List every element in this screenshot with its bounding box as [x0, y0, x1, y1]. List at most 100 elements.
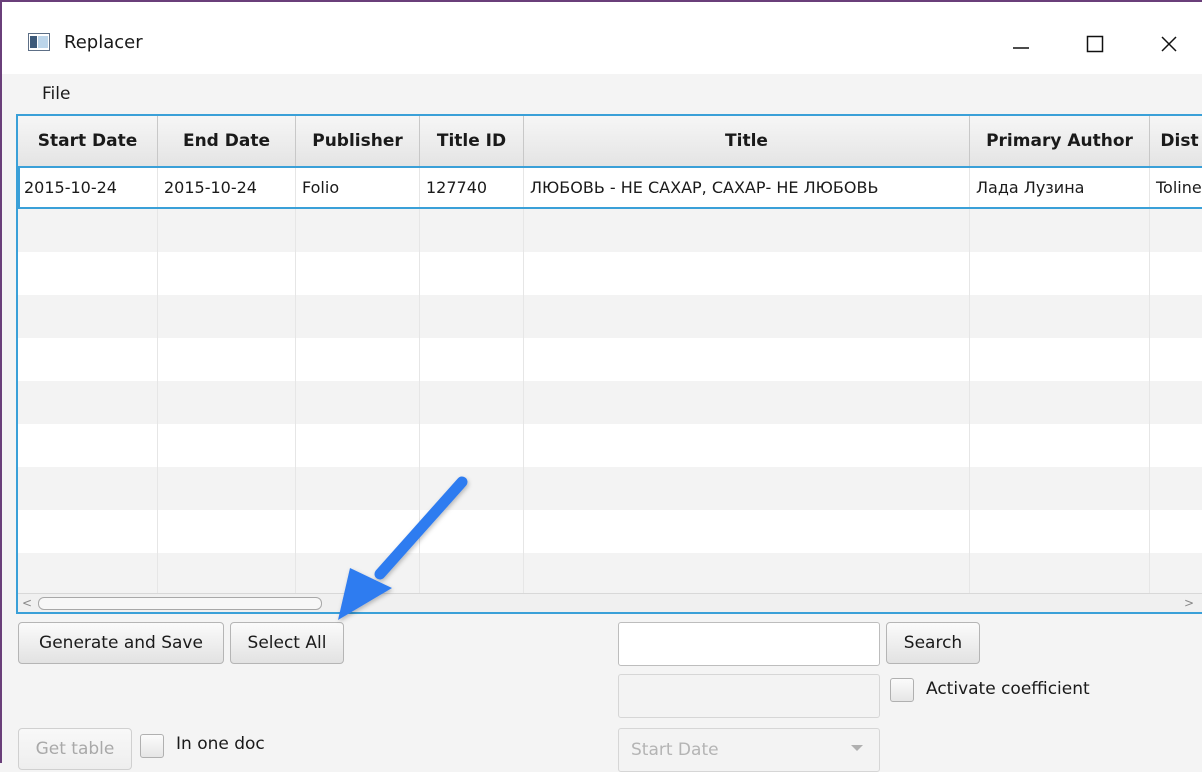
table-cell [970, 295, 1150, 338]
table-cell [158, 510, 296, 553]
start-date-combo[interactable]: Start Date [618, 728, 880, 772]
menu-file[interactable]: File [40, 84, 72, 104]
table-cell: ЛЮБОВЬ - НЕ САХАР, САХАР- НЕ ЛЮБОВЬ [524, 166, 970, 209]
table-row[interactable] [18, 338, 1202, 381]
table-cell: Лада Лузина [970, 166, 1150, 209]
horizontal-scrollbar[interactable]: < > [18, 593, 1202, 612]
table-cell [296, 209, 420, 252]
column-header[interactable]: Title [524, 116, 970, 166]
table-cell [158, 252, 296, 295]
table-cell [1150, 467, 1202, 510]
table-cell [18, 424, 158, 467]
scroll-right-icon[interactable]: > [1184, 596, 1194, 610]
table-cell [524, 295, 970, 338]
start-date-placeholder: Start Date [631, 740, 719, 760]
activate-coefficient-checkbox[interactable] [890, 678, 914, 702]
table-row[interactable] [18, 295, 1202, 338]
table-cell [296, 510, 420, 553]
table-cell [296, 295, 420, 338]
minimize-icon [1013, 47, 1029, 49]
table-row[interactable] [18, 424, 1202, 467]
table-cell [970, 424, 1150, 467]
column-header[interactable]: Primary Author [970, 116, 1150, 166]
table-cell [18, 209, 158, 252]
select-all-button[interactable]: Select All [230, 622, 344, 664]
maximize-button[interactable] [1072, 24, 1118, 64]
table-cell [296, 338, 420, 381]
minimize-button[interactable] [998, 24, 1044, 64]
table-cell [296, 467, 420, 510]
table-cell [296, 553, 420, 596]
table-cell [296, 252, 420, 295]
table-cell [970, 510, 1150, 553]
column-header[interactable]: Publisher [296, 116, 420, 166]
table-cell [158, 295, 296, 338]
table-row[interactable] [18, 252, 1202, 295]
table-cell: Toline [1150, 166, 1202, 209]
table-row[interactable] [18, 467, 1202, 510]
table-cell: 2015-10-24 [18, 166, 158, 209]
activate-coefficient-label: Activate coefficient [926, 679, 1090, 699]
in-one-doc-checkbox[interactable] [140, 734, 164, 758]
table-cell [1150, 338, 1202, 381]
close-button[interactable] [1146, 24, 1192, 64]
column-header[interactable]: Dist [1150, 116, 1202, 166]
column-header[interactable]: Start Date [18, 116, 158, 166]
table-cell [1150, 510, 1202, 553]
column-header[interactable]: Title ID [420, 116, 524, 166]
menu-bar: File [2, 74, 1202, 114]
table-body: 2015-10-24 2015-10-24 Folio 127740 ЛЮБОВЬ - … [18, 166, 1202, 612]
table-cell [524, 467, 970, 510]
scrollbar-thumb[interactable] [38, 597, 322, 610]
close-icon [1161, 36, 1177, 52]
search-input[interactable] [618, 622, 880, 666]
window-border-left [0, 0, 2, 763]
table-cell [420, 553, 524, 596]
table-cell [158, 338, 296, 381]
table-cell [18, 295, 158, 338]
search-button[interactable]: Search [886, 622, 980, 664]
table-cell [296, 424, 420, 467]
table-cell [524, 553, 970, 596]
table-cell [420, 510, 524, 553]
table-cell [524, 381, 970, 424]
table-row[interactable] [18, 553, 1202, 596]
table-cell [1150, 553, 1202, 596]
table-cell [1150, 424, 1202, 467]
table-cell [524, 252, 970, 295]
scroll-left-icon[interactable]: < [22, 596, 32, 610]
table-cell [420, 467, 524, 510]
table-cell [524, 510, 970, 553]
table-cell [970, 209, 1150, 252]
get-table-button[interactable]: Get table [18, 728, 132, 770]
table-cell [18, 338, 158, 381]
table-cell: 2015-10-24 [158, 166, 296, 209]
coefficient-input[interactable] [618, 674, 880, 718]
table-cell [420, 252, 524, 295]
table-cell [420, 209, 524, 252]
table-row[interactable]: 2015-10-24 2015-10-24 Folio 127740 ЛЮБОВЬ - … [18, 166, 1202, 209]
table-row[interactable] [18, 209, 1202, 252]
table-cell [420, 295, 524, 338]
table-cell [18, 252, 158, 295]
table-cell: 127740 [420, 166, 524, 209]
table-cell [18, 510, 158, 553]
table-cell [158, 553, 296, 596]
table-row[interactable] [18, 381, 1202, 424]
table-cell [970, 467, 1150, 510]
table-cell [420, 338, 524, 381]
title-bar[interactable]: Replacer [2, 2, 1202, 74]
table-cell [970, 252, 1150, 295]
titles-table[interactable]: Start Date End Date Publisher Title ID Title… [16, 114, 1202, 614]
table-header: Start Date End Date Publisher Title ID Title… [18, 116, 1202, 167]
table-cell [1150, 209, 1202, 252]
column-header[interactable]: End Date [158, 116, 296, 166]
table-cell [158, 467, 296, 510]
table-row[interactable] [18, 510, 1202, 553]
table-cell [524, 424, 970, 467]
table-cell [158, 424, 296, 467]
table-cell [158, 381, 296, 424]
table-cell [18, 381, 158, 424]
generate-and-save-button[interactable]: Generate and Save [18, 622, 224, 664]
table-cell: Folio [296, 166, 420, 209]
